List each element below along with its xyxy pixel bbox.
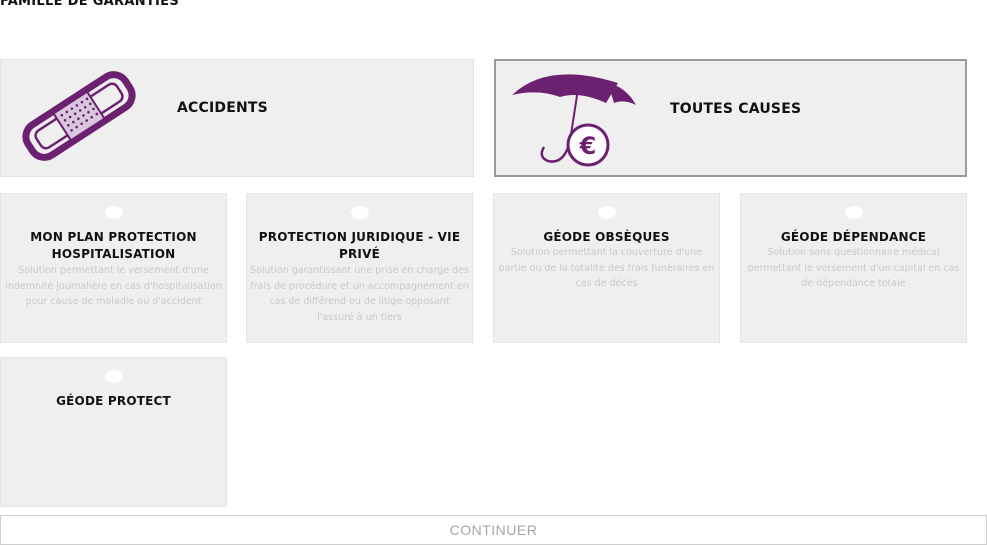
bandage-icon xyxy=(13,70,145,166)
radio-button[interactable] xyxy=(104,206,123,219)
radio-button[interactable] xyxy=(350,206,369,219)
family-card-accidents[interactable]: ACCIDENTS xyxy=(0,59,474,177)
section-title: FAMILLE DE GARANTIES xyxy=(0,0,180,9)
family-label-toutes-causes: TOUTES CAUSES xyxy=(670,101,802,117)
svg-text:€: € xyxy=(579,132,597,160)
continue-button[interactable]: CONTINUER xyxy=(0,515,987,545)
product-title: GÉODE PROTECT xyxy=(56,394,171,408)
radio-button[interactable] xyxy=(104,370,123,383)
family-label-accidents: ACCIDENTS xyxy=(177,100,268,116)
product-card-protection-juridique[interactable]: PROTECTION JURIDIQUE - VIE PRIVÉ Solutio… xyxy=(246,193,473,343)
product-title: GÉODE DÉPENDANCE xyxy=(780,230,927,244)
radio-button[interactable] xyxy=(597,206,616,219)
product-title: GÉODE OBSÈQUES xyxy=(543,230,670,244)
product-description: Solution permettant la couverture d'une … xyxy=(498,247,715,289)
product-card-geode-protect[interactable]: GÉODE PROTECT xyxy=(0,357,227,507)
umbrella-euro-icon: € xyxy=(508,69,638,177)
product-card-hospitalisation[interactable]: MON PLAN PROTECTION HOSPITALISATION Solu… xyxy=(0,193,227,343)
product-card-obseques[interactable]: GÉODE OBSÈQUES Solution permettant la co… xyxy=(493,193,720,343)
family-card-toutes-causes[interactable]: € TOUTES CAUSES xyxy=(494,59,967,177)
product-title: PROTECTION JURIDIQUE - VIE PRIVÉ xyxy=(258,230,461,261)
product-title: MON PLAN PROTECTION HOSPITALISATION xyxy=(30,230,197,261)
product-description: Solution garantissant une prise en charg… xyxy=(250,265,469,323)
product-description: Solution sans questionnaire médical perm… xyxy=(747,247,960,289)
product-card-dependance[interactable]: GÉODE DÉPENDANCE Solution sans questionn… xyxy=(740,193,967,343)
radio-button[interactable] xyxy=(844,206,863,219)
product-description: Solution permettant le versement d'une i… xyxy=(5,265,222,307)
